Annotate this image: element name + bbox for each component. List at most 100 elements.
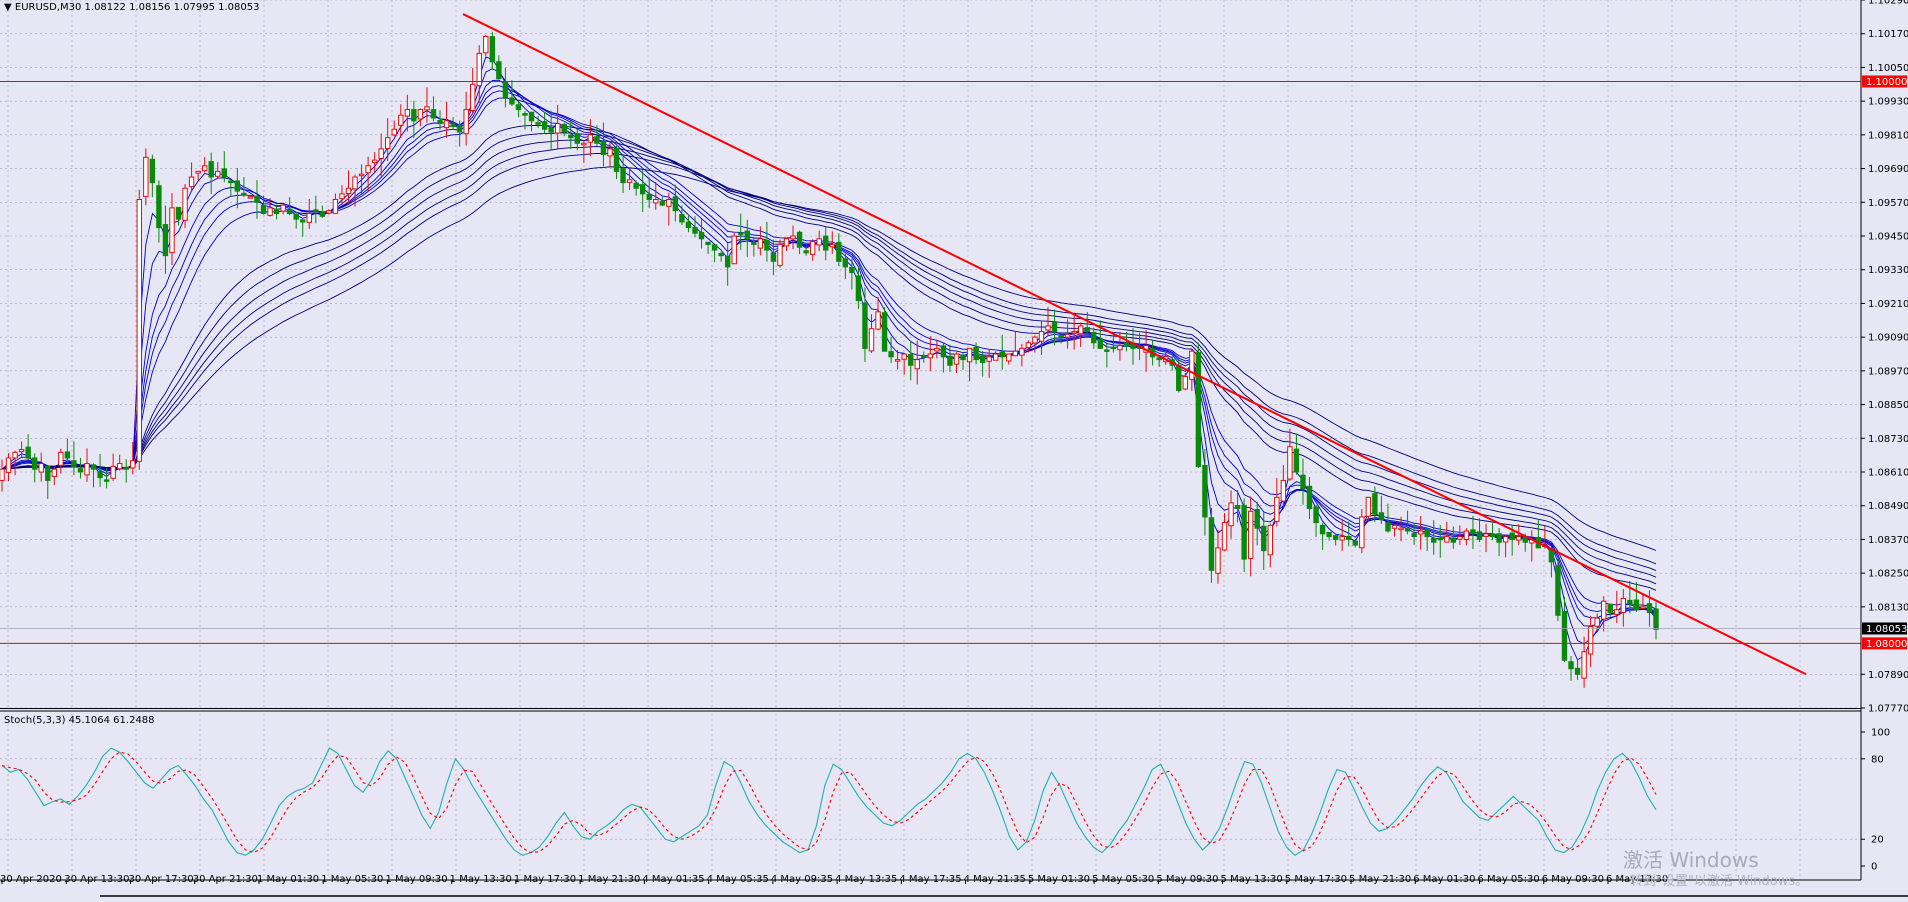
chart-canvas[interactable]: 1.10290 1.10170 1.10050 1.09930 1.09810 1.096… xyxy=(0,0,1908,898)
candle-body-bull xyxy=(1182,375,1188,390)
candle-body-bull xyxy=(927,353,934,359)
candle-body-bull xyxy=(1287,446,1293,480)
candle-body-bull xyxy=(901,353,907,360)
candle-body-bear xyxy=(1326,531,1332,538)
candle-body-bear xyxy=(1437,537,1443,541)
price-tick-label: 1.08130 xyxy=(1868,602,1908,613)
candle-body-bear xyxy=(156,185,162,229)
candle-body-bull xyxy=(332,198,339,214)
stoch-tick-label: 100 xyxy=(1871,728,1890,739)
price-axis[interactable]: 1.10290 1.10170 1.10050 1.09930 1.09810 1.096… xyxy=(1861,0,1908,898)
candle-body-bear xyxy=(633,182,639,189)
candle-body-bear xyxy=(208,161,214,178)
candle-body-bull xyxy=(326,210,332,214)
candle-body-bear xyxy=(881,312,888,352)
candle-body-bull xyxy=(130,460,136,469)
candle-body-bear xyxy=(1646,603,1653,613)
stoch-tick-label: 80 xyxy=(1871,754,1884,765)
candle-body-bear xyxy=(254,195,260,203)
candle-body-bull xyxy=(953,353,960,365)
candle-body-bear xyxy=(430,109,437,119)
candle-body-bear xyxy=(1574,667,1581,675)
candle-body-bear xyxy=(1084,327,1090,333)
candle-body-bear xyxy=(672,196,679,212)
stoch-tick-label: 20 xyxy=(1871,835,1884,846)
candle-body-bear xyxy=(437,120,443,125)
candle-body-bear xyxy=(260,204,267,215)
candle-body-bull xyxy=(201,165,208,172)
candle-body-bear xyxy=(1404,528,1411,532)
candle-body-bear xyxy=(149,158,156,184)
candle-body-bull xyxy=(1032,336,1038,344)
candle-body-bear xyxy=(921,355,927,358)
candle-body-bear xyxy=(855,275,862,302)
candle-body-bear xyxy=(796,231,803,248)
candle-body-bull xyxy=(483,36,489,54)
candle-body-bear xyxy=(979,355,986,363)
candle-body-bear xyxy=(1097,338,1104,349)
candle-body-bear xyxy=(960,354,966,361)
candle-body-bull xyxy=(195,170,201,174)
candle-body-bear xyxy=(561,123,567,133)
candle-body-bear xyxy=(1346,535,1352,540)
candle-body-bear xyxy=(1104,349,1110,352)
candle-body-bear xyxy=(1476,531,1483,540)
candle-body-bear xyxy=(973,346,979,361)
candle-body-bear xyxy=(1555,565,1561,616)
candle-body-bear xyxy=(548,127,554,133)
price-tick-label: 1.08730 xyxy=(1868,434,1908,445)
price-tick-label: 1.08490 xyxy=(1868,501,1908,512)
price-tick-label: 1.08850 xyxy=(1868,400,1908,411)
price-tick-label: 1.09450 xyxy=(1868,232,1908,243)
candle-body-bull xyxy=(816,238,822,246)
candle-body-bull xyxy=(267,207,273,216)
candle-body-bull xyxy=(1581,651,1587,679)
candle-body-bull xyxy=(385,137,391,150)
candle-body-bear xyxy=(522,113,528,116)
candle-body-bear xyxy=(1431,538,1437,543)
price-tick-label: 1.09570 xyxy=(1868,198,1908,209)
candle-body-bull xyxy=(1077,325,1084,335)
candle-body-bear xyxy=(450,124,456,127)
candle-body-bull xyxy=(391,128,397,136)
candle-body-bear xyxy=(940,345,947,358)
candle-body-bull xyxy=(443,120,450,129)
candle-body-bear xyxy=(1202,465,1208,518)
candle-body-bull xyxy=(215,170,221,177)
candle-body-bear xyxy=(1319,524,1326,535)
candle-body-bull xyxy=(38,463,44,473)
candle-body-bull xyxy=(58,451,64,466)
candle-body-bear xyxy=(1332,535,1339,540)
candle-body-bear xyxy=(705,241,711,245)
price-tick-label: 1.08370 xyxy=(1868,535,1908,546)
candle-body-bear xyxy=(738,232,744,236)
candle-body-bull xyxy=(358,173,365,177)
candle-body-bear xyxy=(803,250,809,254)
candle-body-bear xyxy=(123,466,129,470)
candle-body-bull xyxy=(1365,496,1372,517)
candle-body-bear xyxy=(744,230,750,240)
candle-body-bull xyxy=(1620,597,1627,613)
candle-body-bear xyxy=(574,133,581,144)
candle-body-bull xyxy=(417,109,424,120)
candle-body-bear xyxy=(496,61,502,80)
candle-body-bear xyxy=(300,219,306,223)
candle-body-bull xyxy=(247,196,254,199)
candle-body-bull xyxy=(1012,350,1019,357)
candle-body-bull xyxy=(424,106,430,111)
candle-body-bear xyxy=(842,258,849,268)
candle-body-bear xyxy=(1352,540,1358,546)
candle-body-bull xyxy=(1247,510,1254,559)
price-tick-label: 1.10050 xyxy=(1868,63,1908,74)
candle-body-bull xyxy=(280,204,286,212)
price-tick-label: 1.08970 xyxy=(1868,366,1908,377)
price-tick-label: 1.09210 xyxy=(1868,299,1908,310)
candle-body-bull xyxy=(470,83,476,111)
price-tick-label: 1.09690 xyxy=(1868,164,1908,175)
candle-body-bear xyxy=(515,104,522,111)
candle-body-bear xyxy=(1653,608,1659,630)
candle-body-bear xyxy=(90,464,97,470)
candle-body-bull xyxy=(993,353,999,361)
candle-body-bear xyxy=(1470,529,1476,535)
candle-body-bear xyxy=(162,224,169,257)
